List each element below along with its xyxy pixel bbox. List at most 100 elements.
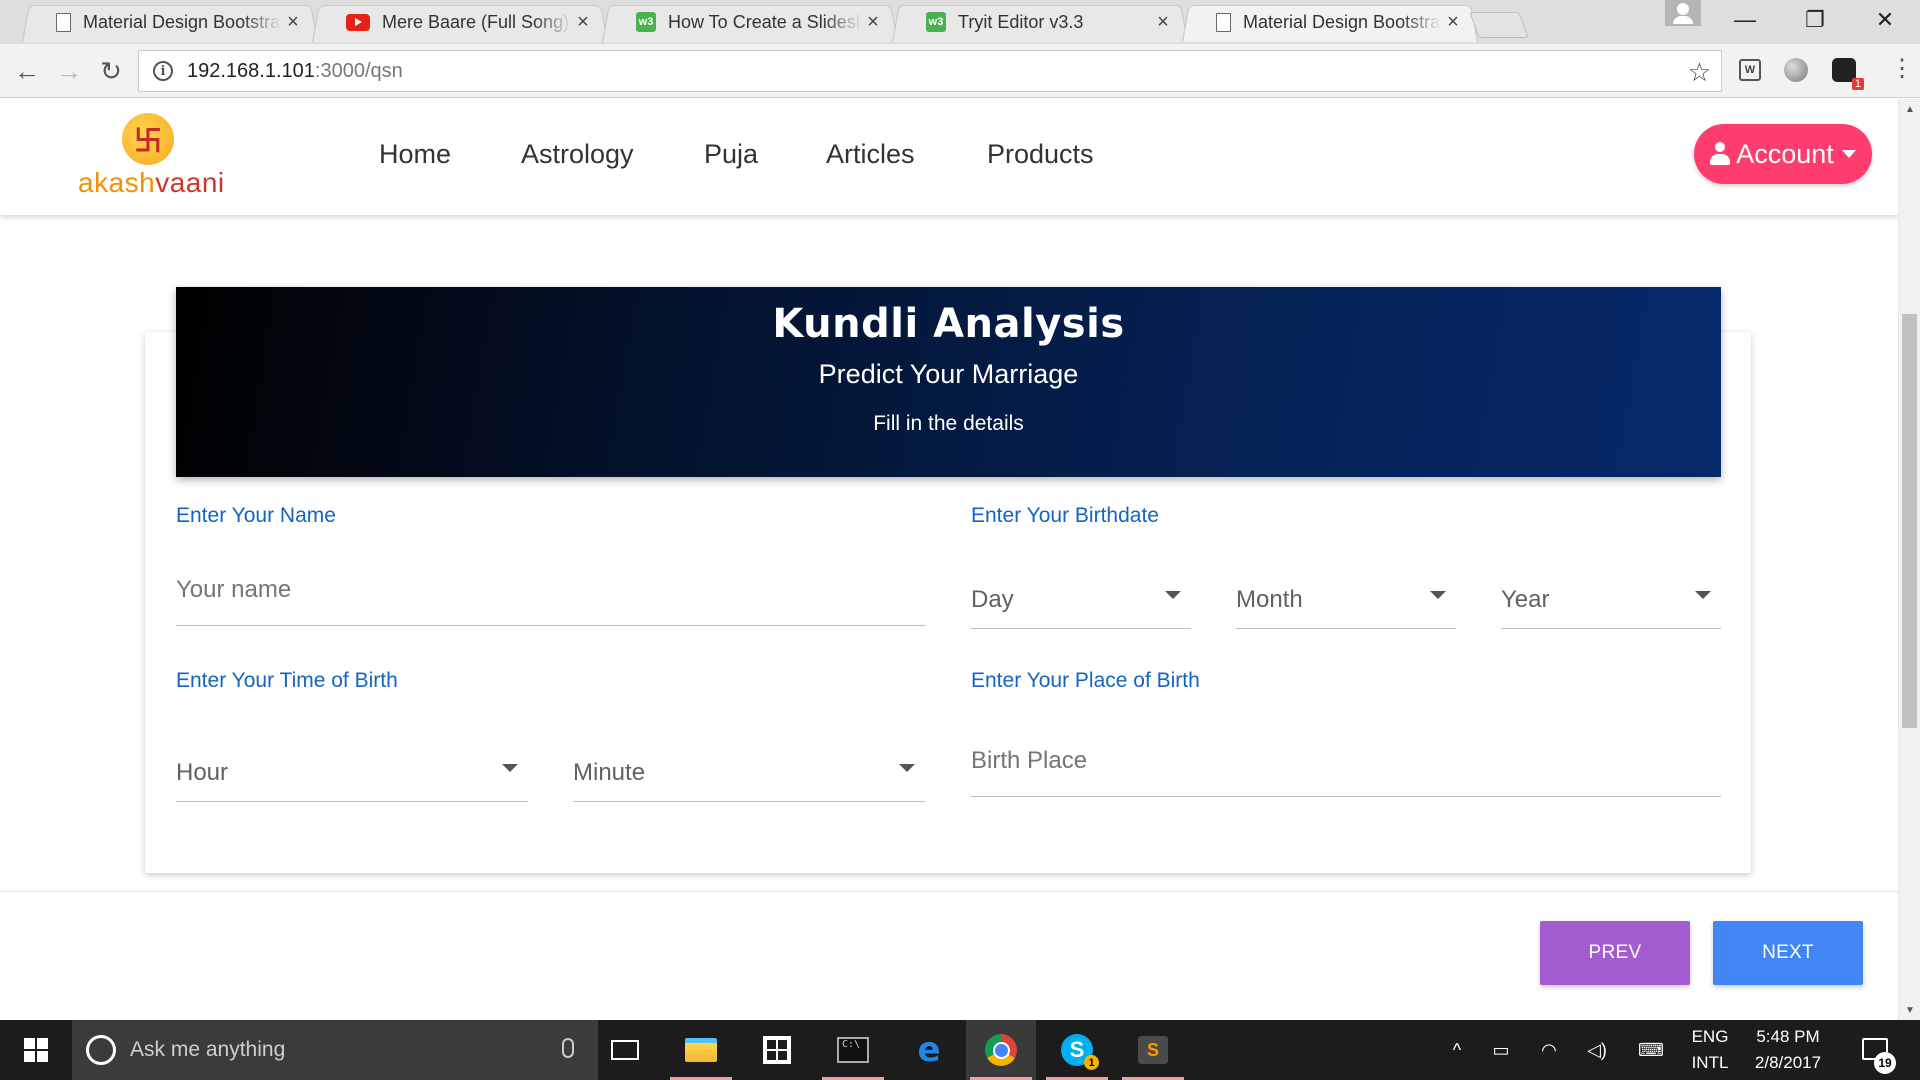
nav-puja[interactable]: Puja: [704, 139, 758, 170]
doc-icon: [56, 12, 71, 32]
browser-tab-strip: Material Design Bootstrap × Mere Baare (…: [0, 0, 1920, 44]
logo-text: akashvaani: [78, 167, 225, 198]
close-icon[interactable]: ×: [1152, 11, 1174, 34]
chrome-icon: [985, 1034, 1017, 1066]
url-text: 192.168.1.101:3000/qsn: [187, 59, 403, 82]
command-prompt-button[interactable]: C:\: [818, 1020, 888, 1080]
tab-youtube[interactable]: Mere Baare (Full Song) Baar Baar Dekho ×: [312, 2, 608, 43]
w3-icon: w3: [926, 12, 946, 32]
task-view-button[interactable]: [590, 1020, 660, 1080]
clock[interactable]: 5:48 PM 2/8/2017: [1746, 1024, 1830, 1076]
account-button[interactable]: Account: [1694, 124, 1872, 184]
day-select[interactable]: Day: [971, 569, 1191, 629]
store-icon: [763, 1036, 791, 1064]
edge-button[interactable]: e: [894, 1020, 964, 1080]
wifi-icon[interactable]: ◠: [1534, 1020, 1564, 1080]
scroll-down-icon[interactable]: ▼: [1899, 1000, 1920, 1020]
page-title: Kundli Analysis: [772, 301, 1125, 347]
dropdown-arrow-icon: [502, 764, 518, 772]
browser-menu-icon[interactable]: ⋮: [1890, 57, 1914, 81]
microphone-icon[interactable]: [562, 1038, 574, 1058]
scroll-thumb[interactable]: [1902, 314, 1917, 728]
tab-material-design-1[interactable]: Material Design Bootstrap ×: [22, 2, 318, 43]
close-icon[interactable]: ×: [862, 11, 884, 34]
dropdown-arrow-icon: [899, 764, 915, 772]
start-button[interactable]: [0, 1020, 72, 1080]
prev-button[interactable]: PREV: [1540, 921, 1690, 985]
minute-select[interactable]: Minute: [573, 742, 925, 802]
sun-logo-icon: 卐: [122, 113, 174, 165]
sublime-text-button[interactable]: S: [1118, 1020, 1188, 1080]
sublime-text-icon: S: [1138, 1036, 1168, 1064]
w3-icon: w3: [636, 12, 656, 32]
month-select-value: Month: [1236, 586, 1303, 613]
tab-title: How To Create a Slideshow: [668, 11, 862, 32]
tab-tryit-editor[interactable]: w3 Tryit Editor v3.3 ×: [892, 2, 1188, 43]
akashvaani-logo[interactable]: 卐 akashvaani: [78, 113, 238, 203]
page-scrollbar[interactable]: ▲ ▼: [1898, 99, 1920, 1020]
info-icon[interactable]: i: [153, 61, 173, 81]
close-icon[interactable]: ×: [282, 11, 304, 34]
year-select[interactable]: Year: [1501, 569, 1721, 629]
time-of-birth-label: Enter Your Time of Birth: [176, 669, 398, 692]
nav-home[interactable]: Home: [379, 139, 451, 170]
keyboard-icon[interactable]: ⌨: [1634, 1020, 1668, 1080]
back-icon[interactable]: ←: [8, 52, 46, 90]
name-input[interactable]: [176, 569, 926, 626]
extension-dark-icon[interactable]: 1: [1830, 56, 1864, 90]
tab-title: Material Design Bootstrap: [83, 11, 282, 32]
extension-globe-icon[interactable]: [1782, 56, 1810, 84]
page-subtitle: Predict Your Marriage: [818, 359, 1079, 389]
bookmark-star-icon[interactable]: ☆: [1688, 57, 1711, 88]
close-icon[interactable]: ×: [572, 11, 594, 34]
forward-icon[interactable]: →: [50, 52, 88, 90]
close-icon[interactable]: ×: [1442, 11, 1464, 34]
nav-astrology[interactable]: Astrology: [521, 139, 634, 170]
name-label: Enter Your Name: [176, 504, 336, 527]
battery-icon[interactable]: ▭: [1486, 1020, 1516, 1080]
skype-button[interactable]: S1: [1042, 1020, 1112, 1080]
nav-articles[interactable]: Articles: [826, 139, 915, 170]
browser-toolbar: ← → ↻ i 192.168.1.101:3000/qsn ☆ W 1 ⋮: [0, 44, 1920, 98]
cortana-icon: [86, 1035, 116, 1065]
day-select-value: Day: [971, 586, 1014, 613]
language-code: ENG: [1691, 1027, 1729, 1046]
volume-icon[interactable]: ◁): [1582, 1020, 1612, 1080]
youtube-icon: [346, 13, 370, 31]
kundli-header: Kundli Analysis Predict Your Marriage Fi…: [176, 287, 1721, 477]
hour-select[interactable]: Hour: [176, 742, 528, 802]
extension-badge: 1: [1851, 78, 1864, 90]
folder-icon: [685, 1038, 717, 1062]
birth-place-input[interactable]: [971, 739, 1721, 797]
scroll-up-icon[interactable]: ▲: [1899, 99, 1920, 119]
clock-date: 2/8/2017: [1754, 1053, 1822, 1072]
chrome-button[interactable]: [966, 1020, 1036, 1080]
birthdate-label: Enter Your Birthdate: [971, 504, 1159, 527]
show-hidden-icons[interactable]: ^: [1442, 1020, 1472, 1080]
minute-select-value: Minute: [573, 759, 646, 786]
store-button[interactable]: [742, 1020, 812, 1080]
nav-products[interactable]: Products: [987, 139, 1094, 170]
cortana-search-box[interactable]: Ask me anything: [72, 1020, 598, 1080]
new-tab-button[interactable]: [1469, 12, 1529, 38]
task-view-icon: [611, 1040, 639, 1060]
next-button[interactable]: NEXT: [1713, 921, 1863, 985]
file-explorer-button[interactable]: [666, 1020, 736, 1080]
tab-slideshow[interactable]: w3 How To Create a Slideshow ×: [602, 2, 898, 43]
tab-title: Mere Baare (Full Song) Baar Baar Dekho: [382, 11, 572, 32]
language-indicator[interactable]: ENG INTL: [1688, 1024, 1732, 1076]
tab-title: Material Design Bootstrap: [1243, 11, 1442, 32]
hour-select-value: Hour: [176, 759, 229, 786]
tab-material-design-active[interactable]: Material Design Bootstrap ×: [1182, 2, 1478, 43]
month-select[interactable]: Month: [1236, 569, 1456, 629]
doc-icon: [1216, 12, 1231, 32]
extension-w-icon[interactable]: W: [1736, 56, 1764, 84]
restore-icon[interactable]: ❐: [1780, 0, 1850, 40]
reload-icon[interactable]: ↻: [92, 52, 130, 90]
dropdown-arrow-icon: [1695, 591, 1711, 599]
close-window-icon[interactable]: ✕: [1850, 0, 1920, 40]
minimize-icon[interactable]: —: [1710, 0, 1780, 40]
profile-icon[interactable]: [1665, 0, 1701, 26]
footer-divider: [0, 891, 1898, 892]
address-bar[interactable]: i 192.168.1.101:3000/qsn ☆: [138, 50, 1722, 92]
